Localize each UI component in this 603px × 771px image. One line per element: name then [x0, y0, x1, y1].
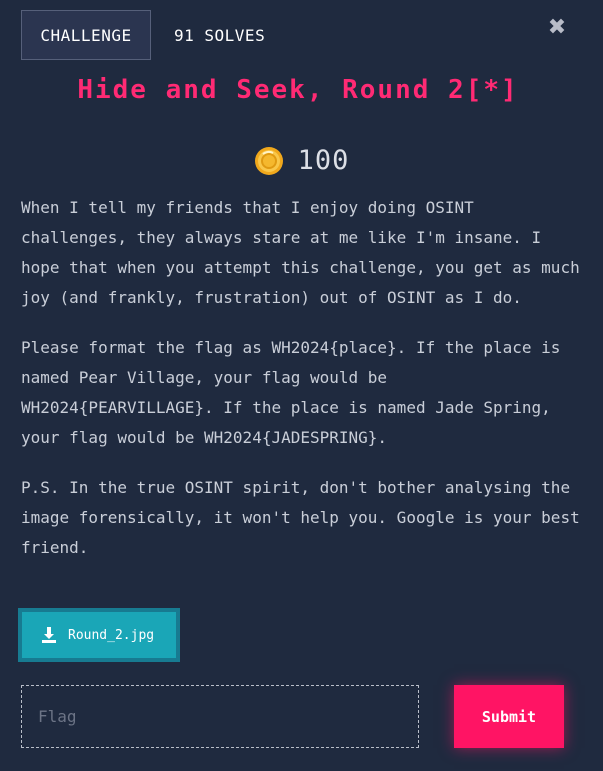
- challenge-title: Hide and Seek, Round 2[*]: [77, 75, 519, 105]
- description-paragraph: Please format the flag as WH2024{place}.…: [21, 338, 561, 447]
- tab-solves[interactable]: 91 SOLVES: [174, 10, 265, 60]
- points-display: 100: [0, 145, 603, 176]
- challenge-description: When I tell my friends that I enjoy doin…: [21, 193, 581, 583]
- close-icon[interactable]: ✖: [546, 17, 568, 39]
- download-icon: [42, 627, 56, 643]
- points-value: 100: [297, 145, 350, 176]
- attachment-label: Round_2.jpg: [68, 627, 155, 643]
- description-paragraph: When I tell my friends that I enjoy doin…: [21, 198, 580, 307]
- submit-button[interactable]: Submit: [454, 685, 564, 748]
- coin-icon: [254, 146, 283, 175]
- description-paragraph: P.S. In the true OSINT spirit, don't bot…: [21, 478, 580, 557]
- download-attachment-button[interactable]: Round_2.jpg: [18, 608, 180, 662]
- flag-input[interactable]: [21, 685, 419, 748]
- tab-challenge[interactable]: CHALLENGE: [21, 10, 151, 60]
